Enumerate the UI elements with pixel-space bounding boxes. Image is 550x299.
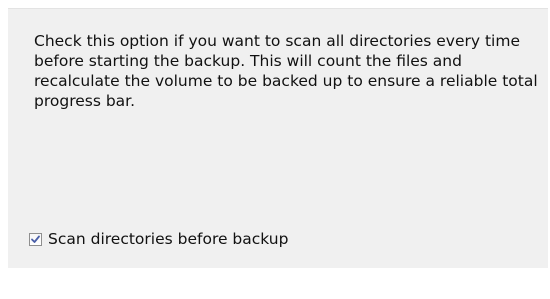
settings-panel: Check this option if you want to scan al…	[8, 8, 548, 268]
scan-directories-checkbox[interactable]	[29, 232, 42, 246]
checkmark-icon	[31, 235, 40, 243]
scan-directories-label[interactable]: Scan directories before backup	[48, 229, 288, 249]
option-description: Check this option if you want to scan al…	[34, 32, 538, 110]
scan-directories-option[interactable]: Scan directories before backup	[29, 229, 288, 249]
